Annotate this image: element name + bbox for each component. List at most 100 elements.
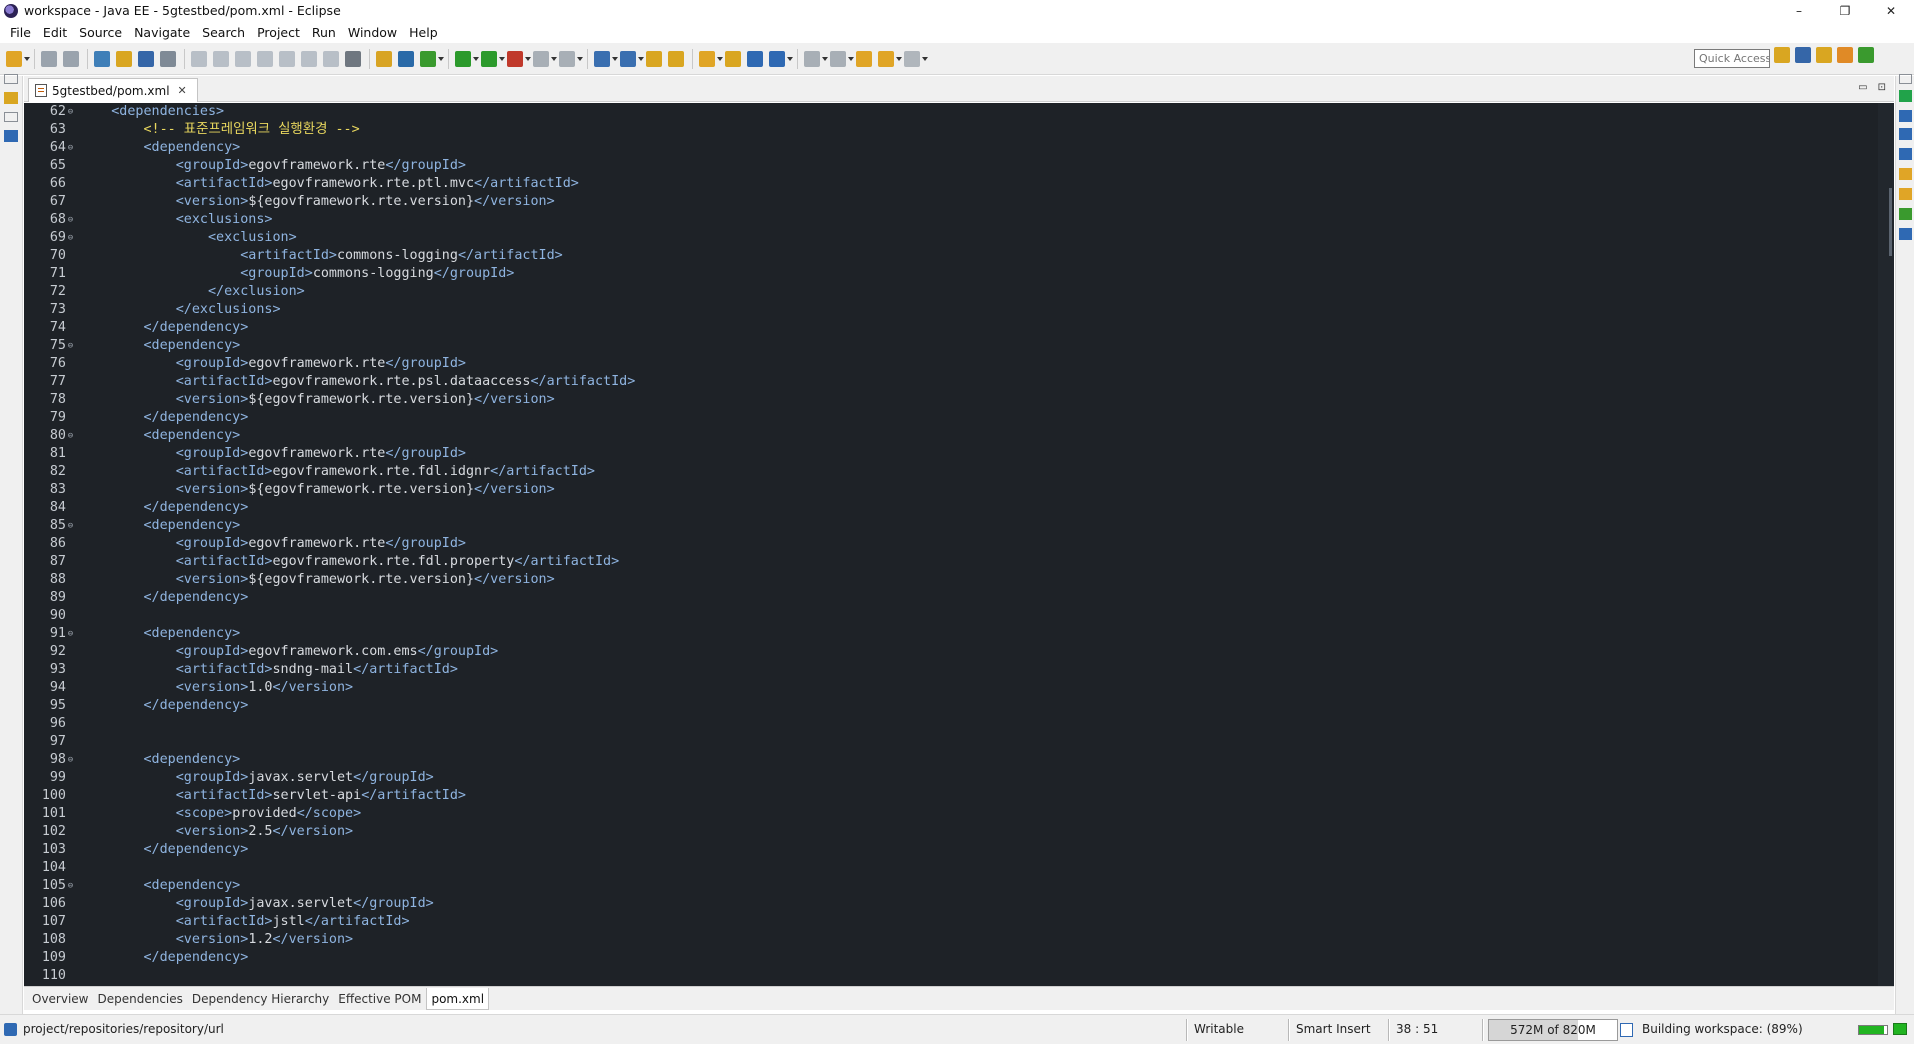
new-java-project-icon[interactable]: [94, 50, 110, 67]
restore-view-icon-2[interactable]: [4, 112, 18, 122]
fold-toggle-icon[interactable]: ⊖: [66, 625, 75, 643]
project-explorer-icon[interactable]: [4, 92, 18, 104]
previous-annotation-icon[interactable]: [830, 50, 854, 67]
servers-icon[interactable]: [1899, 148, 1912, 160]
fold-toggle-icon[interactable]: ⊖: [66, 877, 75, 895]
minimize-editor-button[interactable]: ▭: [1858, 82, 1867, 93]
forward-icon[interactable]: [904, 50, 928, 67]
menu-run[interactable]: Run: [306, 25, 342, 40]
fold-toggle-icon[interactable]: ⊖: [66, 517, 75, 535]
open-perspective-icon[interactable]: [725, 50, 741, 67]
open-task-icon[interactable]: [668, 50, 684, 67]
coverage-icon[interactable]: [481, 50, 505, 67]
suspend-icon[interactable]: [213, 50, 229, 67]
fold-toggle-icon[interactable]: ⊖: [66, 139, 75, 157]
fold-toggle-icon[interactable]: ⊖: [66, 427, 75, 445]
debug-perspective-icon[interactable]: [1858, 47, 1874, 63]
web-browser-icon[interactable]: [747, 50, 763, 67]
open-perspective-button-icon[interactable]: [1774, 47, 1790, 63]
terminate-icon[interactable]: [235, 50, 251, 67]
server-icon[interactable]: [138, 50, 154, 67]
last-edit-location-icon[interactable]: [856, 50, 872, 67]
console-view-icon[interactable]: [1899, 228, 1912, 240]
menu-search[interactable]: Search: [196, 25, 251, 40]
close-button[interactable]: ✕: [1868, 0, 1914, 21]
restore-button[interactable]: ❐: [1822, 0, 1868, 21]
fold-toggle-icon[interactable]: ⊖: [66, 103, 75, 121]
maximize-editor-button[interactable]: ⊡: [1878, 82, 1886, 93]
page-tab-effective-pom[interactable]: Effective POM: [334, 988, 425, 1010]
java-perspective-icon[interactable]: [1837, 47, 1853, 63]
menu-window[interactable]: Window: [342, 25, 403, 40]
run-gc-icon[interactable]: [1620, 1023, 1633, 1037]
editor-tab-pom[interactable]: 5gtestbed/pom.xml ✕: [28, 78, 198, 102]
resume-icon[interactable]: [191, 50, 207, 67]
step-over-icon[interactable]: [301, 50, 317, 67]
code-line: 62 ⊖ <dependencies>: [24, 103, 1878, 121]
jpa-perspective-icon[interactable]: [1816, 47, 1832, 63]
menu-project[interactable]: Project: [251, 25, 306, 40]
back-icon[interactable]: [878, 50, 902, 67]
data-source-explorer-icon[interactable]: [1899, 208, 1912, 220]
new-servlet-icon[interactable]: [620, 50, 644, 67]
external-tools-icon[interactable]: [507, 50, 531, 67]
close-tab-icon[interactable]: ✕: [178, 84, 187, 97]
save-all-icon[interactable]: [63, 50, 79, 67]
run-icon[interactable]: [455, 50, 479, 67]
xml-source-editor[interactable]: 62 ⊖ <dependencies> 63 <!-- 표준프레임워크 실행환경 -…: [24, 103, 1894, 986]
build-status[interactable]: Building workspace: (89%): [1642, 1022, 1803, 1036]
progress-view-icon[interactable]: [1893, 1023, 1907, 1035]
fold-toggle-icon[interactable]: ⊖: [66, 211, 75, 229]
menu-source[interactable]: Source: [73, 25, 128, 40]
new-server-icon[interactable]: [594, 50, 618, 67]
line-number: 100: [41, 788, 66, 803]
page-tab-overview[interactable]: Overview: [28, 988, 93, 1010]
next-annotation-icon[interactable]: [804, 50, 828, 67]
step-return-icon[interactable]: [323, 50, 339, 67]
problems-icon[interactable]: [1899, 110, 1912, 122]
fold-toggle-icon[interactable]: ⊖: [66, 229, 75, 247]
line-number: 99: [49, 770, 66, 785]
search-view-icon[interactable]: [1899, 188, 1912, 200]
restore-view-icon-right[interactable]: [1899, 74, 1912, 84]
team-sync-icon[interactable]: [769, 50, 793, 67]
console-icon[interactable]: [345, 50, 361, 67]
minimize-button[interactable]: –: [1776, 0, 1822, 21]
status-bar: project/repositories/repository/url Writ…: [0, 1014, 1914, 1044]
deploy-icon[interactable]: [559, 50, 583, 67]
quick-access-input[interactable]: [1694, 49, 1770, 68]
xml-tag: </version>: [474, 482, 555, 497]
save-icon[interactable]: [41, 50, 57, 67]
page-tab-pom-xml[interactable]: pom.xml: [426, 987, 490, 1010]
open-folder-icon[interactable]: [646, 50, 662, 67]
search-icon[interactable]: [699, 50, 723, 67]
heap-status[interactable]: 572M of 820M: [1488, 1019, 1618, 1041]
page-tab-dependency-hierarchy[interactable]: Dependency Hierarchy: [188, 988, 333, 1010]
build-icon[interactable]: [376, 50, 392, 67]
vertical-scroll-thumb[interactable]: [1889, 188, 1892, 256]
menu-file[interactable]: File: [4, 25, 37, 40]
connect-icon[interactable]: [398, 50, 414, 67]
properties-icon[interactable]: [1899, 128, 1912, 140]
debug-icon[interactable]: [420, 50, 444, 67]
new-wizard-icon[interactable]: [6, 50, 30, 67]
overview-ruler[interactable]: [1878, 103, 1894, 986]
fold-toggle-icon[interactable]: ⊖: [66, 337, 75, 355]
history-icon[interactable]: [1899, 168, 1912, 180]
disconnect-icon[interactable]: [257, 50, 273, 67]
build-progress-bar[interactable]: [1858, 1025, 1888, 1035]
restore-view-icon[interactable]: [4, 74, 18, 84]
menu-help[interactable]: Help: [403, 25, 444, 40]
fold-toggle-icon[interactable]: ⊖: [66, 751, 75, 769]
menu-navigate[interactable]: Navigate: [128, 25, 196, 40]
skip-breakpoints-icon[interactable]: [160, 50, 176, 67]
page-tab-dependencies[interactable]: Dependencies: [94, 988, 187, 1010]
menu-edit[interactable]: Edit: [37, 25, 73, 40]
open-type-icon[interactable]: [116, 50, 132, 67]
fold-gutter: [66, 913, 75, 931]
step-into-icon[interactable]: [279, 50, 295, 67]
task-list-icon[interactable]: [1899, 90, 1912, 102]
java-ee-perspective-icon[interactable]: [1795, 47, 1811, 63]
outline-icon[interactable]: [4, 130, 18, 142]
stop-icon[interactable]: [533, 50, 557, 67]
